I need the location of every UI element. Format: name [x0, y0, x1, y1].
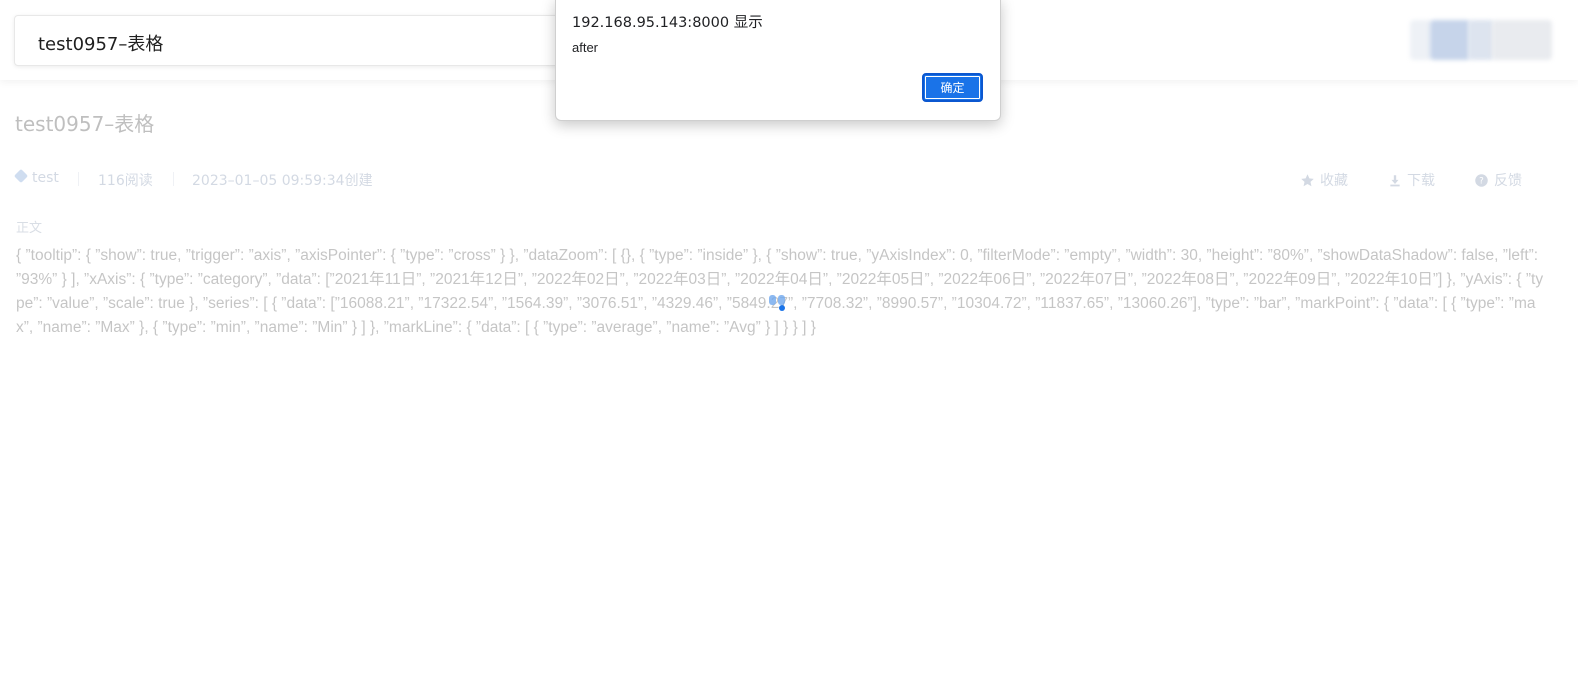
title-input[interactable]: test0957–表格 — [14, 15, 574, 66]
section-label: 正文 — [16, 221, 43, 236]
download-icon — [1390, 174, 1400, 186]
feedback-label: 反馈 — [1494, 173, 1522, 189]
favorite-label: 收藏 — [1320, 173, 1348, 189]
tag-label: test — [32, 170, 59, 186]
tag-icon — [13, 168, 29, 184]
download-button[interactable]: 下载 — [1388, 170, 1435, 190]
svg-text:?: ? — [1479, 176, 1484, 186]
article-title: test0957–表格 — [15, 112, 155, 136]
feedback-button[interactable]: ? 反馈 — [1474, 170, 1522, 190]
read-count: 116阅读 — [98, 173, 153, 189]
blurred-avatar[interactable] — [1410, 20, 1552, 60]
meta-divider — [78, 172, 79, 186]
help-circle-icon: ? — [1475, 173, 1488, 187]
alert-dialog: 192.168.95.143:8000 显示 after 确定 — [555, 0, 1001, 121]
title-input-text: test0957–表格 — [38, 34, 164, 55]
page: test0957–表格 test0957–表格 test 116阅读 2023–… — [0, 0, 1578, 676]
star-icon — [1301, 173, 1314, 186]
meta-divider — [173, 172, 174, 186]
ok-button[interactable]: 确定 — [922, 73, 983, 102]
text-cursor-icon — [769, 295, 785, 311]
tag-link[interactable]: test — [13, 168, 59, 186]
dialog-origin: 192.168.95.143:8000 显示 — [572, 15, 763, 31]
download-label: 下载 — [1407, 173, 1435, 189]
dialog-message: after — [572, 40, 599, 55]
created-time: 2023–01–05 09:59:34创建 — [192, 173, 373, 189]
favorite-button[interactable]: 收藏 — [1300, 170, 1348, 190]
